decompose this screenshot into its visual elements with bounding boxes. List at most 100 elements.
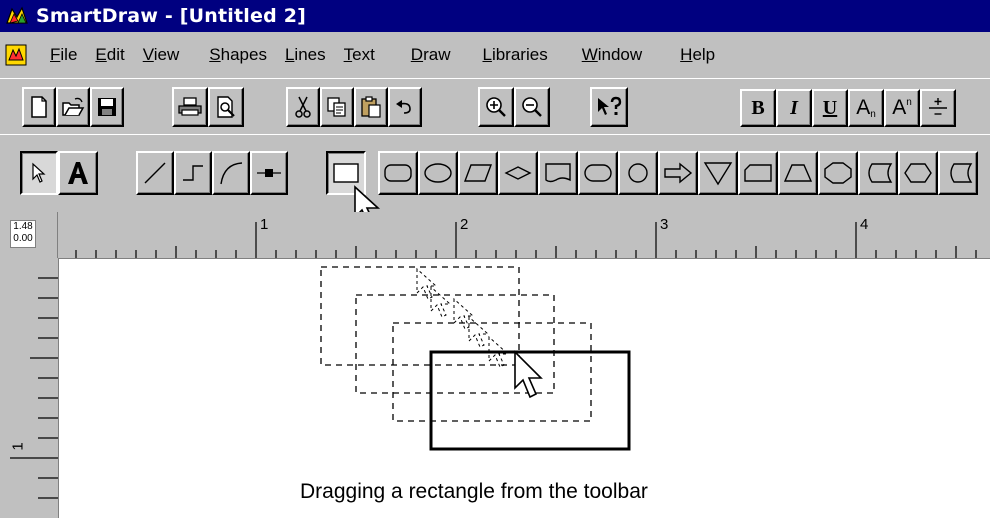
select-tool-button[interactable] [20, 151, 58, 195]
menu-lines[interactable]: Lines [285, 45, 326, 65]
drag-cursor [514, 350, 543, 399]
copy-icon [327, 97, 346, 117]
arrow-shape-tool-button[interactable] [658, 151, 698, 195]
horizontal-ruler: 1.48 0.00 1 2 3 4 [0, 212, 990, 259]
line-tool-button[interactable] [136, 151, 174, 195]
octagon-tool-button[interactable] [818, 151, 858, 195]
zoom-out-icon [522, 97, 542, 117]
trapezoid-tool-button[interactable] [778, 151, 818, 195]
parallelogram-tool-button[interactable] [458, 151, 498, 195]
zoom-out-button[interactable] [514, 87, 550, 127]
ellipse-tool-button[interactable] [418, 151, 458, 195]
ghost-rectangle-3 [392, 322, 592, 422]
circle-tool-button[interactable] [618, 151, 658, 195]
diamond-tool-button[interactable] [498, 151, 538, 195]
document-shape-tool-button[interactable] [538, 151, 578, 195]
underline-button[interactable]: U [812, 89, 848, 127]
menu-shapes[interactable]: Shapes [209, 45, 267, 65]
title-bar: SmartDraw - [Untitled 2] [0, 0, 990, 32]
subscript-label: A [856, 96, 871, 119]
help-pointer-icon [598, 96, 622, 115]
ghost-cursor-4 [468, 315, 490, 348]
ruler-label-1: 1 [260, 216, 269, 233]
partial-shape-icon [950, 163, 973, 183]
menu-help[interactable]: Help [680, 45, 715, 65]
elbow-line-tool-button[interactable] [174, 151, 212, 195]
diamond-shape-icon [504, 166, 532, 180]
ruler-label-4: 4 [860, 216, 869, 233]
zoom-in-button[interactable] [478, 87, 514, 127]
block-arrow-icon [664, 162, 693, 184]
save-disk-icon [98, 98, 116, 116]
ruler-corner: 1.48 0.00 [0, 212, 58, 258]
superscript-label: A [892, 96, 907, 119]
window-title: SmartDraw - [Untitled 2] [36, 5, 307, 27]
cut-button[interactable] [286, 87, 320, 127]
cursor-position-readout: 1.48 0.00 [10, 220, 36, 248]
bold-button[interactable]: B [740, 89, 776, 127]
subscript-button[interactable]: An [848, 89, 884, 127]
elbow-line-icon [183, 165, 203, 181]
menu-libraries[interactable]: Libraries [482, 45, 547, 65]
fraction-icon [929, 98, 947, 115]
italic-button[interactable]: I [776, 89, 812, 127]
triangle-tool-button[interactable] [698, 151, 738, 195]
fraction-button[interactable] [920, 89, 956, 127]
curve-tool-button[interactable] [212, 151, 250, 195]
underline-label: U [822, 96, 838, 119]
menu-edit[interactable]: Edit [95, 45, 124, 65]
terminator-tool-button[interactable] [578, 151, 618, 195]
text-tool-button[interactable] [58, 151, 98, 195]
menu-file[interactable]: File [50, 45, 77, 65]
hexagon-tool-button[interactable] [898, 151, 938, 195]
printer-icon [178, 97, 202, 116]
text-tool-icon [68, 162, 88, 184]
undo-button[interactable] [388, 87, 422, 127]
open-button[interactable] [56, 87, 90, 127]
connector-tool-button[interactable] [250, 151, 288, 195]
ellipse-shape-icon [424, 163, 452, 183]
undo-arrow-icon [396, 100, 411, 114]
ghost-cursor-3 [453, 297, 475, 330]
document-control-icon[interactable] [4, 43, 28, 67]
connector-line-icon [257, 169, 281, 177]
new-button[interactable] [22, 87, 56, 127]
next-shape-tool-button[interactable] [938, 151, 978, 195]
italic-label: I [790, 96, 798, 119]
menu-window[interactable]: Window [582, 45, 642, 65]
standard-toolbar: B I U An An [0, 78, 990, 135]
scissors-icon [295, 96, 311, 118]
print-preview-button[interactable] [208, 87, 244, 127]
vertical-ruler: 1 [0, 258, 59, 518]
horizontal-ruler-ticks [75, 222, 977, 258]
arrow-pointer-icon [32, 162, 46, 183]
context-help-button[interactable] [590, 87, 628, 127]
menu-bar: File Edit View Shapes Lines Text Draw Li… [0, 32, 990, 78]
open-folder-icon [62, 97, 85, 116]
menu-draw[interactable]: Draw [411, 45, 451, 65]
paste-button[interactable] [354, 87, 388, 127]
shapes-toolbar [0, 134, 990, 225]
stored-data-tool-button[interactable] [858, 151, 898, 195]
menu-view[interactable]: View [143, 45, 180, 65]
zoom-in-icon [486, 97, 506, 117]
stored-data-icon [868, 163, 893, 183]
print-preview-icon [217, 96, 235, 118]
ruler-label-3: 3 [660, 216, 669, 233]
straight-line-icon [144, 162, 166, 184]
triangle-shape-icon [703, 162, 733, 186]
superscript-button[interactable]: An [884, 89, 920, 127]
card-shape-icon [744, 164, 772, 182]
vertical-ruler-ticks [10, 277, 58, 499]
smartdraw-logo-icon [6, 6, 28, 24]
trapezoid-shape-icon [783, 164, 813, 182]
terminator-shape-icon [584, 164, 612, 182]
card-tool-button[interactable] [738, 151, 778, 195]
ruler-label-2: 2 [460, 216, 469, 233]
bold-label: B [751, 96, 765, 119]
menu-text[interactable]: Text [344, 45, 375, 65]
save-button[interactable] [90, 87, 124, 127]
print-button[interactable] [172, 87, 208, 127]
document-shape-icon [545, 163, 571, 183]
copy-button[interactable] [320, 87, 354, 127]
